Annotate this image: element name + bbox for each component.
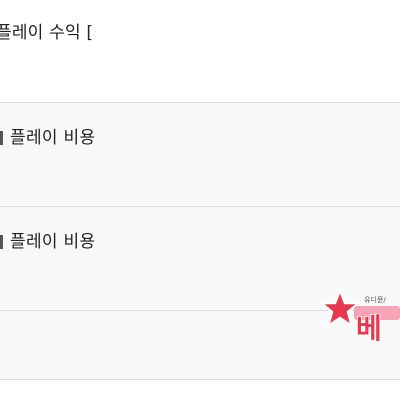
header-row: 플레이 수익 [ xyxy=(0,0,400,102)
watermark-logo: 유디뮨/ 베 xyxy=(320,288,400,346)
star-icon xyxy=(320,288,361,328)
header-title: 플레이 수익 [ xyxy=(0,23,94,43)
row-label: 플레이 비용 xyxy=(10,128,96,148)
row-marker xyxy=(0,235,3,249)
row-label: 플레이 비용 xyxy=(10,232,96,252)
watermark-subtext: 유디뮨/ xyxy=(364,295,386,304)
list-row-play-cost-1[interactable]: 플레이 비용 xyxy=(0,102,400,206)
watermark-text: 베 xyxy=(356,312,382,345)
row-marker xyxy=(0,131,3,145)
